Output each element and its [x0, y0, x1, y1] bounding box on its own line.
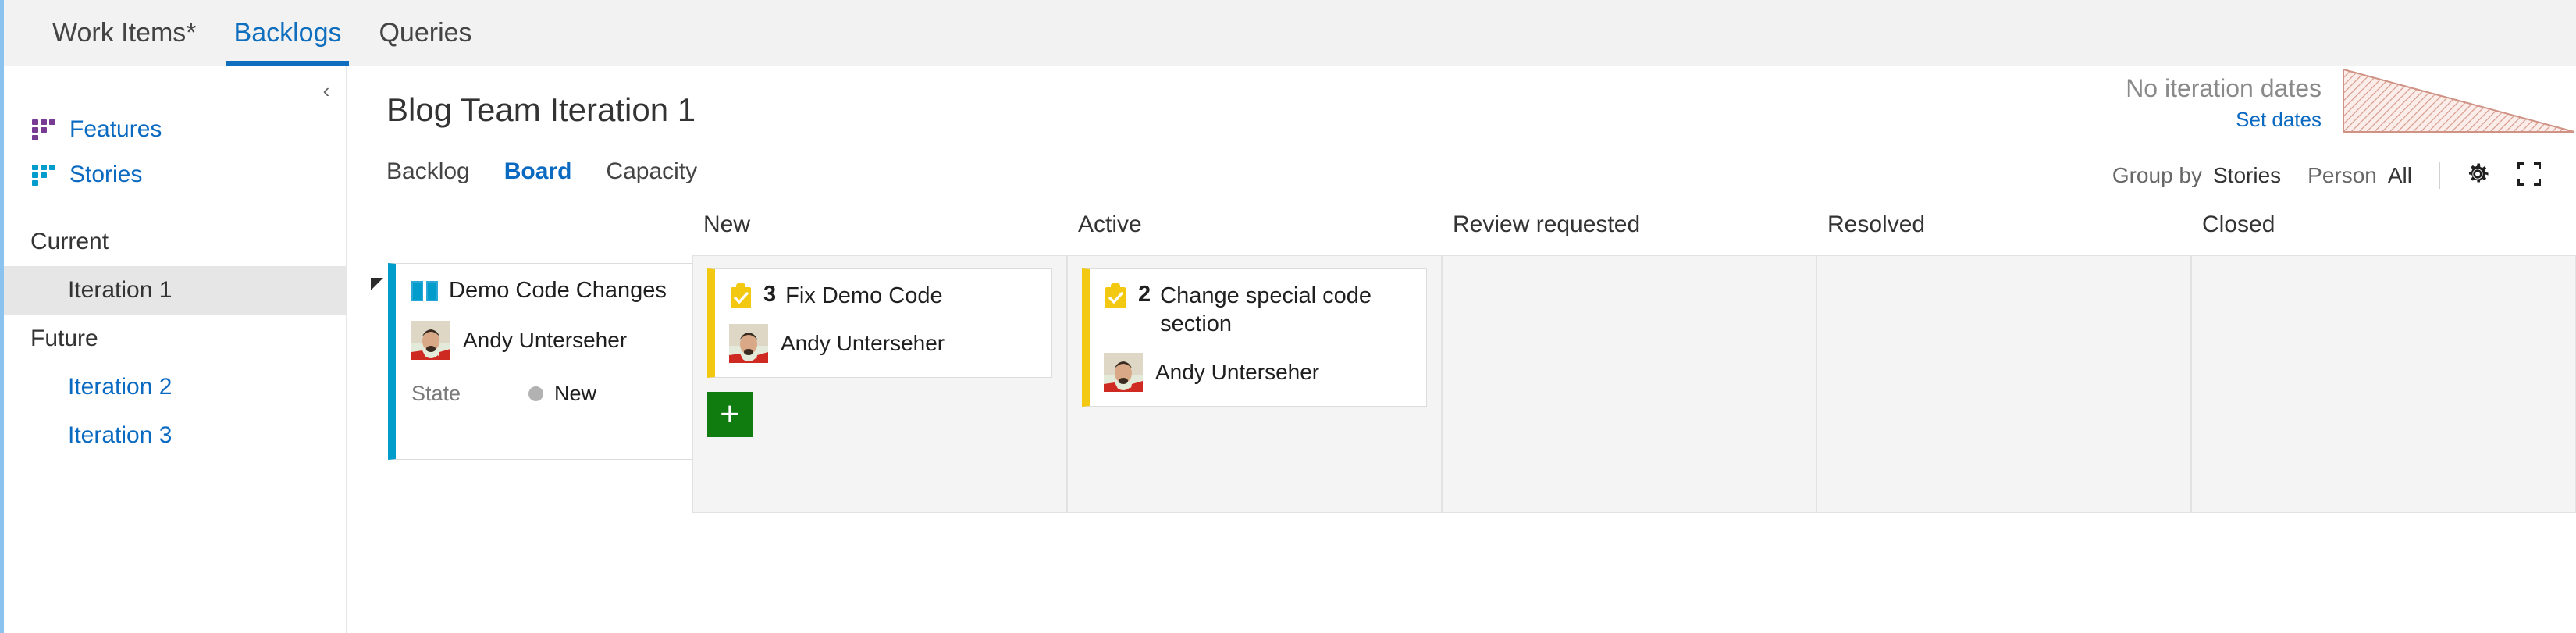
board-column-headers: New Active Review requested Resolved Clo…: [349, 212, 2576, 255]
settings-button[interactable]: [2460, 158, 2495, 193]
tab-backlogs[interactable]: Backlogs: [215, 0, 361, 66]
column-header-closed: Closed: [2202, 212, 2275, 237]
column-header-resolved: Resolved: [1827, 212, 1926, 237]
backlog-level-list: Features Stories: [4, 66, 346, 197]
story-state-label: State: [411, 382, 461, 405]
page-title: Blog Team Iteration 1: [386, 91, 696, 128]
story-title: Demo Code Changes: [449, 278, 667, 303]
user-story-icon: [411, 280, 438, 301]
sidebar-item-iteration-2[interactable]: Iteration 2: [4, 363, 346, 411]
fullscreen-icon: [2515, 160, 2543, 192]
column-header-review-requested: Review requested: [1453, 212, 1641, 237]
board-view-tabs: Backlog Board Capacity: [386, 158, 731, 185]
swimlane-row: Demo Code Changes Andy Unterseher State …: [349, 255, 2576, 513]
person-filter-control[interactable]: Person All: [2307, 163, 2412, 188]
story-card[interactable]: Demo Code Changes Andy Unterseher State …: [388, 263, 692, 460]
task-card[interactable]: 3 Fix Demo Code Andy Unterseher: [707, 268, 1052, 379]
task-assignee-name: Andy Unterseher: [781, 331, 945, 356]
state-dot-icon: [528, 386, 543, 401]
task-card[interactable]: 2 Change special code section Andy Unter…: [1082, 268, 1427, 407]
set-dates-link[interactable]: Set dates: [2126, 108, 2322, 132]
iteration-group-current-label: Current: [30, 229, 109, 254]
column-header-new: New: [703, 212, 751, 237]
iteration-group-future-label: Future: [30, 325, 98, 351]
iteration-list: Current Iteration 1 Future Iteration 2 I…: [4, 218, 346, 460]
backlog-level-icon-features: [32, 119, 55, 140]
task-title-row: 3 Fix Demo Code: [729, 282, 1037, 310]
swimlane-collapse-toggle[interactable]: [366, 263, 388, 297]
column-header-active: Active: [1078, 212, 1142, 237]
board-cell-new[interactable]: 3 Fix Demo Code Andy Unterseher +: [692, 255, 1067, 513]
kanban-board: New Active Review requested Resolved Clo…: [349, 212, 2576, 633]
toolbar-divider: [2439, 162, 2440, 189]
task-assignee-name: Andy Unterseher: [1155, 359, 1320, 384]
gear-icon: [2464, 160, 2492, 192]
tab-queries-label: Queries: [379, 18, 472, 48]
group-by-control[interactable]: Group by Stories: [2112, 163, 2281, 188]
tab-queries[interactable]: Queries: [360, 0, 490, 66]
sidebar-collapse-button[interactable]: ‹: [313, 77, 340, 104]
subtab-board[interactable]: Board: [504, 158, 572, 185]
task-icon: [729, 283, 753, 310]
task-assignee-row: Andy Unterseher: [1104, 352, 1412, 392]
task-assignee-row: Andy Unterseher: [729, 324, 1037, 364]
sidebar-item-features-label: Features: [69, 116, 162, 142]
sub-toolbar: Backlog Board Capacity Group by Stories …: [349, 154, 2576, 212]
main-header: Blog Team Iteration 1 No iteration dates…: [349, 66, 2576, 154]
sidebar-item-iteration-3-label: Iteration 3: [68, 422, 173, 448]
add-task-button[interactable]: +: [707, 392, 753, 438]
main-content: Blog Team Iteration 1 No iteration dates…: [349, 66, 2576, 633]
sidebar-item-iteration-3[interactable]: Iteration 3: [4, 411, 346, 460]
collapse-triangle-icon: [368, 276, 386, 297]
avatar: [411, 321, 450, 360]
iteration-dates-widget: No iteration dates Set dates: [2126, 63, 2576, 135]
sidebar-item-stories[interactable]: Stories: [4, 152, 346, 197]
task-title-row: 2 Change special code section: [1104, 282, 1412, 339]
story-state-row: State New: [411, 379, 676, 406]
story-title-row: Demo Code Changes: [411, 278, 676, 304]
story-assignee-name: Andy Unterseher: [463, 328, 628, 352]
board-toolbar-controls: Group by Stories Person All: [2112, 158, 2564, 193]
group-by-label: Group by: [2112, 163, 2202, 187]
subtab-backlog[interactable]: Backlog: [386, 158, 470, 185]
task-title: Fix Demo Code: [785, 283, 943, 308]
task-remaining-work: 3: [763, 282, 777, 307]
story-assignee-row: Andy Unterseher: [411, 321, 676, 360]
subtab-capacity[interactable]: Capacity: [606, 158, 697, 185]
tab-work-items[interactable]: Work Items*: [34, 0, 215, 66]
top-navigation-bar: Work Items* Backlogs Queries: [4, 0, 2576, 66]
iteration-dates-status: No iteration dates: [2126, 74, 2322, 102]
avatar: [1104, 352, 1143, 392]
sidebar-item-iteration-1[interactable]: Iteration 1: [4, 266, 346, 315]
tab-backlogs-label: Backlogs: [233, 18, 342, 48]
burndown-triangle-icon: [2342, 63, 2576, 135]
avatar: [729, 324, 768, 364]
fullscreen-button[interactable]: [2512, 158, 2546, 193]
person-filter-label: Person: [2307, 163, 2377, 187]
group-by-value[interactable]: Stories: [2213, 163, 2281, 188]
task-icon: [1104, 283, 1127, 310]
task-remaining-work: 2: [1138, 282, 1151, 307]
sidebar-item-iteration-1-label: Iteration 1: [68, 277, 173, 303]
task-title: Change special code section: [1160, 283, 1372, 337]
tab-work-items-label: Work Items*: [52, 18, 197, 48]
person-filter-value[interactable]: All: [2388, 163, 2412, 188]
backlog-level-icon-stories: [32, 165, 55, 186]
board-cell-resolved[interactable]: [1816, 255, 2191, 513]
swimlane-header: Demo Code Changes Andy Unterseher State …: [366, 255, 692, 513]
sidebar-item-stories-label: Stories: [69, 162, 143, 187]
board-cell-closed[interactable]: [2191, 255, 2576, 513]
sidebar: ‹ Features Stories Current Iteration 1 F…: [4, 66, 347, 633]
sidebar-item-features[interactable]: Features: [4, 107, 346, 152]
board-cell-review-requested[interactable]: [1442, 255, 1816, 513]
iteration-group-future[interactable]: Future: [4, 315, 346, 363]
iteration-group-current[interactable]: Current: [4, 218, 346, 266]
board-cell-active[interactable]: 2 Change special code section Andy Unter…: [1067, 255, 1442, 513]
story-state-value[interactable]: New: [554, 382, 596, 406]
chevron-left-icon: ‹: [322, 79, 330, 102]
sidebar-item-iteration-2-label: Iteration 2: [68, 374, 173, 400]
sprint-board-page: Work Items* Backlogs Queries ‹ Features: [0, 0, 2576, 633]
